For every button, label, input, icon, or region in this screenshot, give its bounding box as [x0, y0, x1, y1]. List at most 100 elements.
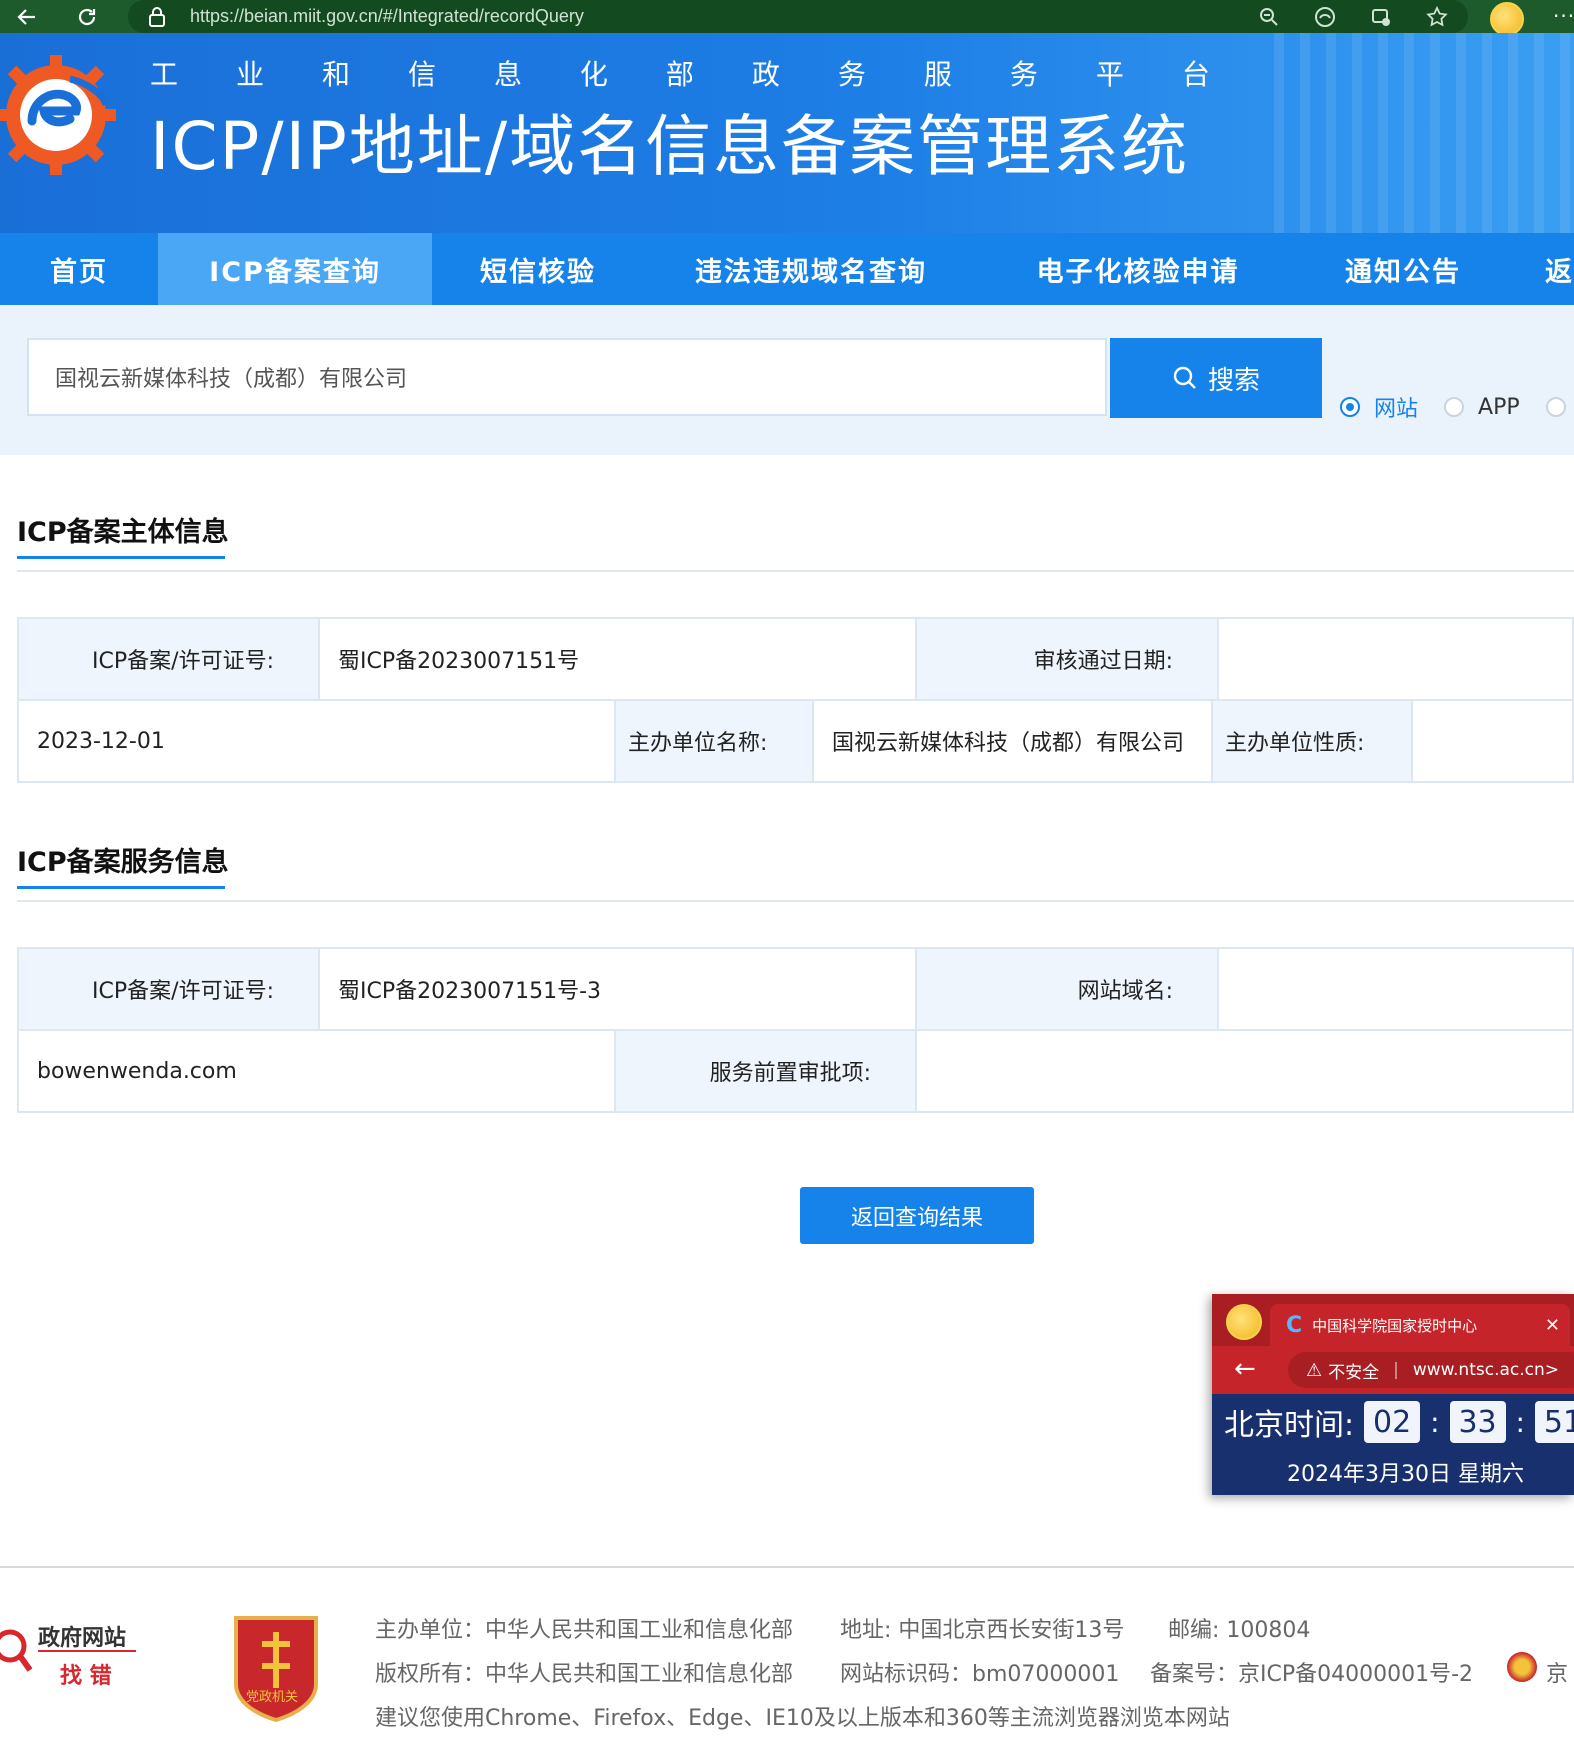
radio-more[interactable] — [1545, 397, 1566, 417]
nav-illegal-domain-query[interactable]: 违法违规域名查询 — [644, 233, 978, 305]
close-icon[interactable]: ✕ — [1545, 1315, 1560, 1336]
party-gov-badge[interactable]: 党政机关 — [232, 1614, 320, 1723]
service-license-value: 蜀ICP备2023007151号-3 — [318, 947, 933, 1031]
popup-tabbar: C 中国科学院国家授时中心 ✕ — [1212, 1294, 1574, 1346]
nav-sms-verify[interactable]: 短信核验 — [432, 233, 644, 305]
search-button[interactable]: 搜索 — [1110, 338, 1322, 418]
time-minutes: 33 — [1449, 1401, 1506, 1443]
nav-home[interactable]: 首页 — [0, 233, 158, 305]
ministry-char: 息 — [493, 58, 522, 91]
org-type-label: 主办单位性质: — [1211, 699, 1413, 783]
popup-url: www.ntsc.ac.cn> — [1412, 1360, 1560, 1380]
section-divider — [17, 570, 1574, 572]
beijing-time-row: 北京时间: 02 : 33 : 51 — [1224, 1400, 1574, 1444]
popup-address-bar: ← ⚠ 不安全 | www.ntsc.ac.cn> — [1212, 1346, 1574, 1394]
address-bar[interactable]: https://beian.miit.gov.cn/#/Integrated/r… — [128, 0, 1468, 33]
warning-icon: ⚠ — [1306, 1359, 1323, 1381]
footer-sponsor: 主办单位：中华人民共和国工业和信息化部 — [375, 1618, 794, 1643]
popup-tab[interactable]: C 中国科学院国家授时中心 ✕ — [1270, 1304, 1570, 1346]
domain-cell — [1217, 947, 1574, 1031]
footer-record-number[interactable]: 备案号：京ICP备04000001号-2 — [1150, 1656, 1473, 1688]
approval-date-cell — [1217, 617, 1574, 701]
nav-notices[interactable]: 通知公告 — [1298, 233, 1508, 305]
approval-date-value: 2023-12-01 — [17, 699, 616, 783]
org-type-value — [1411, 699, 1574, 783]
footer-copyright: 版权所有：中华人民共和国工业和信息化部 — [375, 1662, 794, 1687]
subject-license-label: ICP备案/许可证号: — [17, 617, 320, 701]
ministry-char: 平 — [1095, 58, 1124, 91]
main-nav: 首页 ICP备案查询 短信核验 违法违规域名查询 电子化核验申请 通知公告 返 — [0, 233, 1574, 305]
ministry-char: 和 — [321, 58, 350, 91]
subject-info-title: ICP备案主体信息 — [17, 517, 229, 548]
popup-address-field[interactable]: ⚠ 不安全 | www.ntsc.ac.cn> — [1288, 1352, 1574, 1388]
nav-more[interactable]: 返 — [1508, 233, 1574, 305]
footer-address: 地址: 中国北京西长安街13号 — [840, 1618, 1125, 1643]
back-arrow-icon[interactable]: ← — [1234, 1354, 1256, 1384]
search-type-radio-group: 网站 APP — [1340, 390, 1566, 424]
beijing-time-label: 北京时间: — [1224, 1408, 1355, 1443]
ministry-char: 化 — [579, 58, 608, 91]
search-button-label: 搜索 — [1207, 365, 1260, 396]
ministry-char: 务 — [837, 58, 866, 91]
approval-date-label: 审核通过日期: — [915, 617, 1219, 701]
app-available-icon[interactable] — [1370, 6, 1392, 28]
radio-app[interactable] — [1444, 397, 1465, 417]
time-popup-window[interactable]: C 中国科学院国家授时中心 ✕ ← ⚠ 不安全 | www.ntsc.ac.cn… — [1212, 1294, 1574, 1495]
zoom-out-icon[interactable] — [1258, 6, 1280, 28]
popup-tab-title: 中国科学院国家授时中心 — [1312, 1316, 1478, 1335]
org-name-value: 国视云新媒体科技（成都）有限公司 — [812, 699, 1213, 783]
time-hours: 02 — [1364, 1401, 1421, 1443]
divider — [38, 1650, 136, 1652]
search-input[interactable]: 国视云新媒体科技（成都）有限公司 — [27, 338, 1107, 416]
system-title: ICP/IP地址/域名信息备案管理系统 — [150, 108, 1190, 185]
gov-site-error-logo[interactable]: 政府网站 找 错 — [0, 1610, 150, 1700]
edge-copilot-icon[interactable] — [1314, 6, 1336, 28]
reload-icon[interactable] — [72, 2, 102, 32]
search-icon — [1173, 366, 1196, 389]
domain-label: 网站域名: — [915, 947, 1219, 1031]
back-arrow-icon[interactable] — [12, 2, 42, 32]
nav-e-verify-apply[interactable]: 电子化核验申请 — [978, 233, 1298, 305]
lock-icon — [148, 6, 166, 27]
radio-website-label[interactable]: 网站 — [1374, 391, 1418, 423]
footer-police-record[interactable]: 京 — [1546, 1656, 1568, 1688]
ministry-char: 服 — [923, 58, 952, 91]
footer-zipcode: 邮编: 100804 — [1168, 1618, 1311, 1643]
domain-value: bowenwenda.com — [17, 1029, 616, 1113]
more-options-icon[interactable]: ··· — [1553, 4, 1574, 28]
approval-items-label: 服务前置审批项: — [614, 1029, 917, 1113]
subject-license-value: 蜀ICP备2023007151号 — [318, 617, 933, 701]
miit-logo-icon — [0, 55, 116, 175]
magnifier-icon — [0, 1629, 32, 1672]
ministry-char: 政 — [751, 58, 780, 91]
ministry-char: 部 — [665, 58, 694, 91]
footer-site-code: 网站标识码：bm07000001 — [840, 1662, 1120, 1687]
radio-app-label[interactable]: APP — [1478, 395, 1520, 420]
section-underline — [17, 886, 225, 889]
back-to-results-button[interactable]: 返回查询结果 — [800, 1187, 1034, 1244]
profile-avatar[interactable] — [1490, 2, 1524, 36]
not-secure-label: 不安全 — [1328, 1362, 1380, 1383]
time-colon: : — [1430, 1405, 1440, 1439]
radio-website[interactable] — [1340, 397, 1360, 417]
ministry-char: 台 — [1181, 58, 1210, 91]
separator: | — [1393, 1360, 1399, 1380]
time-seconds: 51 — [1534, 1401, 1574, 1443]
service-info-title: ICP备案服务信息 — [17, 847, 229, 878]
org-name-label: 主办单位名称: — [614, 699, 814, 783]
service-info-table: ICP备案/许可证号: 蜀ICP备2023007151号-3 网站域名: bow… — [17, 947, 1574, 1117]
gov-error-line1: 政府网站 — [38, 1626, 127, 1651]
ministry-char: 工 — [150, 58, 179, 91]
popup-profile-avatar[interactable] — [1226, 1304, 1262, 1340]
url-text: https://beian.miit.gov.cn/#/Integrated/r… — [190, 6, 584, 26]
favorite-star-icon[interactable] — [1426, 5, 1448, 28]
browser-toolbar: https://beian.miit.gov.cn/#/Integrated/r… — [0, 0, 1574, 36]
party-badge-text: 党政机关 — [246, 1690, 299, 1705]
skyline-decoration — [1274, 33, 1574, 233]
ntsc-favicon-icon: C — [1286, 1312, 1303, 1338]
subject-info-table: ICP备案/许可证号: 蜀ICP备2023007151号 审核通过日期: 202… — [17, 617, 1574, 787]
ministry-char: 信 — [407, 58, 436, 91]
nav-icp-query[interactable]: ICP备案查询 — [158, 233, 432, 305]
footer-browser-tip: 建议您使用Chrome、Firefox、Edge、IE10及以上版本和360等主… — [375, 1706, 1230, 1731]
header-banner: 工 业 和 信 息 化 部 政 务 服 务 平 台 ICP/IP地址/域名信息备… — [0, 33, 1574, 233]
